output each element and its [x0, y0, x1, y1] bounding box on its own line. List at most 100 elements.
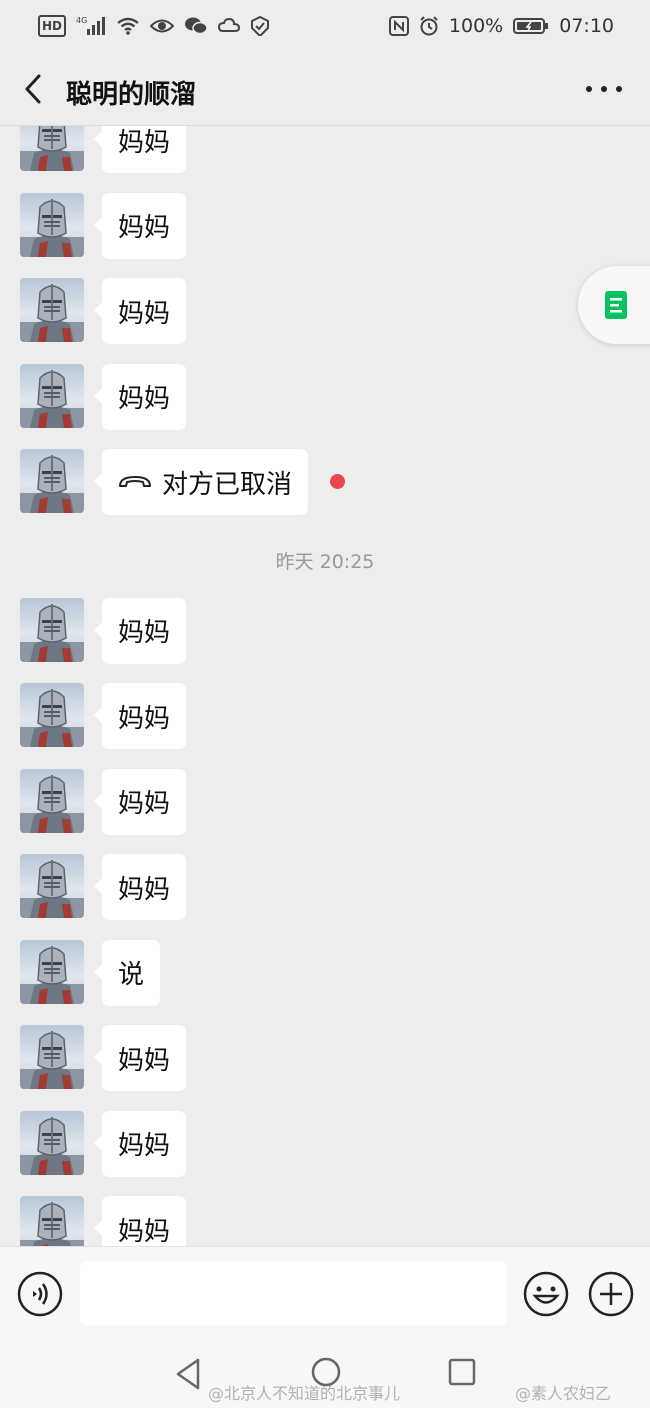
message-list[interactable]: 妈妈 妈妈 妈妈 妈妈 对方已取消 昨天 20:25 妈妈 妈妈 妈妈 妈妈 说… [0, 126, 650, 1246]
knight-helmet-icon [20, 945, 84, 1004]
avatar[interactable] [20, 363, 84, 428]
knight-helmet-icon [20, 689, 84, 747]
eye-icon [150, 15, 175, 37]
message-bubble[interactable]: 妈妈 [93, 278, 187, 344]
avatar[interactable] [20, 1110, 84, 1175]
avatar[interactable] [20, 192, 84, 257]
signal-icon: 4G [76, 15, 106, 37]
alarm-icon [419, 15, 439, 37]
call-message-row: 对方已取消 [20, 449, 345, 515]
message-row: 妈妈 [20, 597, 187, 664]
message-text: 妈妈 [118, 1131, 171, 1161]
status-bar: HD 4G 100% 07:10 [0, 0, 650, 52]
message-bubble[interactable]: 妈妈 [93, 192, 187, 259]
message-text: 妈妈 [118, 703, 171, 734]
wifi-icon [116, 15, 140, 37]
message-bubble[interactable]: 妈妈 [93, 1196, 187, 1247]
knight-helmet-icon [20, 284, 84, 342]
message-row: 妈妈 [20, 1110, 187, 1177]
message-text: 妈妈 [118, 618, 171, 648]
knight-helmet-icon [20, 1116, 84, 1175]
message-input[interactable] [80, 1261, 507, 1325]
message-row: 妈妈 [20, 363, 187, 430]
avatar[interactable] [20, 449, 84, 513]
page-title: 聪明的顺溜 [66, 80, 197, 110]
message-text: 妈妈 [118, 1045, 171, 1076]
message-text: 妈妈 [118, 384, 171, 414]
message-text: 妈妈 [118, 874, 171, 905]
battery-icon [513, 15, 549, 37]
knight-helmet-icon [20, 198, 84, 257]
avatar[interactable] [20, 1196, 84, 1246]
knight-helmet-icon [20, 603, 84, 662]
avatar[interactable] [20, 1025, 84, 1089]
message-text: 妈妈 [118, 789, 171, 819]
triangle-back-icon [176, 1358, 200, 1390]
floating-document-widget[interactable] [578, 266, 650, 344]
chat-header: 聪明的顺溜 [0, 52, 650, 126]
message-row: 妈妈 [20, 1196, 187, 1247]
cloud-icon [218, 15, 241, 37]
plus-icon [588, 1271, 634, 1317]
shield-icon [250, 15, 270, 37]
nfc-icon [388, 15, 409, 37]
message-text: 妈妈 [118, 1216, 171, 1247]
square-recents-icon [448, 1358, 476, 1386]
input-bar [0, 1246, 650, 1342]
watermark-2: @素人农妇乙 [515, 1384, 612, 1403]
message-text: 说 [118, 960, 145, 990]
battery-percent: 100% [448, 15, 504, 37]
message-bubble[interactable]: 妈妈 [93, 1110, 187, 1177]
knight-helmet-icon [20, 126, 84, 171]
message-row: 妈妈 [20, 192, 187, 259]
avatar[interactable] [20, 278, 84, 342]
clock: 07:10 [559, 15, 614, 37]
knight-helmet-icon [20, 369, 84, 428]
unread-dot [330, 474, 345, 489]
plus-button[interactable] [588, 1271, 634, 1317]
voice-icon [17, 1271, 63, 1317]
timestamp: 昨天 20:25 [275, 550, 375, 573]
emoji-icon [523, 1271, 569, 1317]
knight-helmet-icon [20, 774, 84, 833]
status-right: 100% 07:10 [388, 15, 614, 37]
knight-helmet-icon [20, 455, 84, 513]
nav-back-button[interactable] [172, 1356, 204, 1392]
message-row: 说 [20, 939, 161, 1006]
avatar[interactable] [20, 854, 84, 918]
knight-helmet-icon [20, 860, 84, 918]
message-row: 妈妈 [20, 768, 187, 835]
voice-button[interactable] [17, 1271, 63, 1317]
emoji-button[interactable] [523, 1271, 569, 1317]
avatar[interactable] [20, 768, 84, 833]
phone-hangup-icon [118, 474, 152, 490]
knight-helmet-icon [20, 1202, 84, 1246]
hd-icon: HD [38, 15, 67, 37]
chevron-left-icon [25, 74, 41, 104]
avatar[interactable] [20, 126, 84, 171]
message-bubble[interactable]: 妈妈 [93, 1025, 187, 1091]
message-text: 妈妈 [118, 298, 171, 329]
back-button[interactable] [18, 70, 48, 108]
message-text: 妈妈 [118, 127, 171, 158]
more-button[interactable] [586, 80, 622, 98]
wechat-icon [184, 15, 208, 37]
message-bubble[interactable]: 妈妈 [93, 363, 187, 430]
watermark-1: @北京人不知道的北京事儿 [208, 1384, 401, 1403]
message-bubble[interactable]: 说 [93, 939, 161, 1006]
avatar[interactable] [20, 939, 84, 1004]
network-type: 4G [76, 16, 87, 25]
message-bubble[interactable]: 妈妈 [93, 854, 187, 920]
avatar[interactable] [20, 683, 84, 747]
message-bubble[interactable]: 妈妈 [93, 768, 187, 835]
message-bubble[interactable]: 妈妈 [93, 683, 187, 749]
call-bubble[interactable]: 对方已取消 [93, 449, 309, 515]
message-row: 妈妈 [20, 126, 187, 173]
message-bubble[interactable]: 妈妈 [93, 597, 187, 664]
message-row: 妈妈 [20, 683, 187, 749]
message-bubble[interactable]: 妈妈 [93, 126, 187, 173]
avatar[interactable] [20, 597, 84, 662]
nav-recents-button[interactable] [448, 1358, 476, 1386]
message-row: 妈妈 [20, 1025, 187, 1091]
more-dots-icon [586, 86, 592, 92]
